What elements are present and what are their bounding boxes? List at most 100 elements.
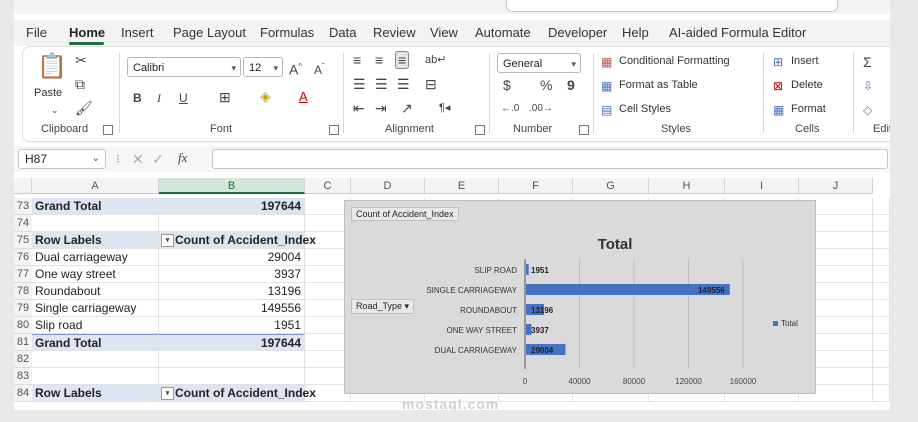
cell-empty[interactable] (873, 232, 890, 249)
column-header-g[interactable]: G (573, 178, 649, 194)
insert-function-icon[interactable]: fx (178, 151, 187, 165)
cell-empty[interactable] (873, 368, 890, 385)
insert-cells-button[interactable]: Insert (791, 55, 819, 67)
font-name-select[interactable]: Calibri ▾ (127, 57, 241, 77)
cell-b[interactable]: 149556 (159, 300, 305, 317)
cell-b[interactable]: 13196 (159, 283, 305, 300)
cell-empty[interactable] (873, 351, 890, 368)
format-cells-button[interactable]: Format (791, 103, 826, 115)
cell-b[interactable]: 197644 (159, 198, 305, 215)
font-launcher-icon[interactable] (329, 125, 339, 135)
autosum-icon[interactable]: Σ (863, 55, 872, 69)
cancel-icon[interactable]: ✕ (132, 152, 144, 166)
paste-icon[interactable]: 📋 (37, 55, 67, 79)
column-header-i[interactable]: I (725, 178, 799, 194)
tab-help[interactable]: Help (622, 25, 649, 40)
enter-icon[interactable]: ✓ (152, 152, 164, 166)
road-type-filter-button[interactable]: Road_Type ▾ (351, 299, 415, 314)
decrease-font-icon[interactable]: Aˇ (314, 60, 325, 77)
cell-b[interactable]: Count of Accident_Index ▾ (159, 385, 316, 402)
align-bottom-icon[interactable]: ≡ (395, 51, 410, 69)
number-launcher-icon[interactable] (579, 125, 589, 135)
cell-b[interactable]: 29004 (159, 249, 305, 266)
number-format-select[interactable]: General ▾ (497, 53, 581, 73)
increase-indent-icon[interactable]: ⇥ (375, 101, 387, 115)
paste-button[interactable]: Paste (34, 87, 62, 99)
tab-view[interactable]: View (430, 25, 458, 40)
row-header[interactable]: 74 (14, 215, 32, 232)
row-header[interactable]: 79 (14, 300, 32, 317)
fill-color-icon[interactable]: ◈ (260, 89, 271, 103)
cell-b[interactable]: Count of Accident_Index ▾ (159, 232, 316, 249)
row-header[interactable]: 78 (14, 283, 32, 300)
borders-icon[interactable]: ⊞ (219, 90, 231, 104)
tab-page-layout[interactable]: Page Layout (173, 25, 246, 40)
align-center-icon[interactable]: ☰ (375, 77, 388, 91)
row-header[interactable]: 84 (14, 385, 32, 402)
row-header[interactable]: 76 (14, 249, 32, 266)
cell-empty[interactable] (873, 198, 890, 215)
tab-review[interactable]: Review (373, 25, 416, 40)
cell-empty[interactable] (873, 215, 890, 232)
cell-empty[interactable] (873, 385, 890, 402)
cell-a[interactable]: Roundabout (32, 283, 159, 300)
orientation-icon[interactable]: ↗ (401, 101, 413, 115)
cell-a[interactable]: Row Labels (32, 232, 159, 249)
chart-field-button[interactable]: Count of Accident_Index (351, 207, 459, 221)
row-header[interactable]: 75 (14, 232, 32, 249)
merge-center-icon[interactable]: ⊟ (425, 77, 437, 91)
tab-file[interactable]: File (26, 25, 47, 40)
column-header-e[interactable]: E (425, 178, 499, 194)
decrease-indent-icon[interactable]: ⇤ (353, 101, 365, 115)
cell-empty[interactable] (873, 266, 890, 283)
currency-icon[interactable]: $ (503, 78, 511, 92)
tab-insert[interactable]: Insert (121, 25, 154, 40)
more-options-icon[interactable]: ⁝ (116, 152, 120, 166)
format-as-table-button[interactable]: Format as Table (619, 79, 698, 91)
align-left-icon[interactable]: ☰ (353, 77, 366, 91)
cell-a[interactable]: Single carriageway (32, 300, 159, 317)
cell-empty[interactable] (873, 317, 890, 334)
column-header-h[interactable]: H (649, 178, 725, 194)
font-size-select[interactable]: 12 ▾ (243, 57, 283, 77)
cell-empty[interactable] (873, 334, 890, 351)
delete-cells-button[interactable]: Delete (791, 79, 823, 91)
select-all-corner[interactable] (14, 178, 32, 194)
font-color-icon[interactable]: A (299, 90, 308, 104)
chevron-down-icon[interactable]: ⌄ (51, 103, 59, 117)
align-right-icon[interactable]: ☰ (397, 77, 410, 91)
tab-formulas[interactable]: Formulas (260, 25, 314, 40)
cell-b[interactable]: 1951 (159, 317, 305, 334)
tab-automate[interactable]: Automate (475, 25, 531, 40)
format-painter-icon[interactable]: 🖌 (75, 101, 93, 115)
conditional-formatting-button[interactable]: Conditional Formatting (619, 55, 730, 67)
cut-icon[interactable]: ✂ (75, 53, 87, 67)
column-header-c[interactable]: C (305, 178, 351, 194)
row-header[interactable]: 82 (14, 351, 32, 368)
filter-dropdown-icon[interactable]: ▾ (161, 234, 174, 247)
row-header[interactable]: 81 (14, 334, 32, 351)
filter-dropdown-icon[interactable]: ▾ (161, 387, 174, 400)
wrap-text-icon[interactable]: ab↵ (425, 53, 446, 67)
row-header[interactable]: 80 (14, 317, 32, 334)
cell-a[interactable]: Dual carriageway (32, 249, 159, 266)
pivot-chart[interactable]: Total 0 40000 80000 120000 160000 SLIP ROAD 195… (344, 200, 816, 394)
decrease-decimal-icon[interactable]: .00→ (529, 102, 553, 116)
column-header-a[interactable]: A (32, 178, 159, 194)
cell-b[interactable] (159, 351, 305, 368)
row-header[interactable]: 73 (14, 198, 32, 215)
cell-styles-button[interactable]: Cell Styles (619, 103, 671, 115)
tab-developer[interactable]: Developer (548, 25, 607, 40)
align-middle-icon[interactable]: ≡ (375, 53, 383, 67)
italic-icon[interactable]: I (157, 91, 161, 105)
clear-icon[interactable]: ◇ (863, 103, 872, 117)
tab-home[interactable]: Home (69, 25, 105, 40)
row-header[interactable]: 77 (14, 266, 32, 283)
column-header-b[interactable]: B (159, 178, 305, 194)
text-direction-icon[interactable]: ¶◂ (439, 101, 450, 115)
cell-empty[interactable] (873, 249, 890, 266)
cell-a[interactable]: Row Labels (32, 385, 159, 402)
column-header-d[interactable]: D (351, 178, 425, 194)
column-header-f[interactable]: F (499, 178, 573, 194)
cell-b[interactable] (159, 215, 305, 232)
